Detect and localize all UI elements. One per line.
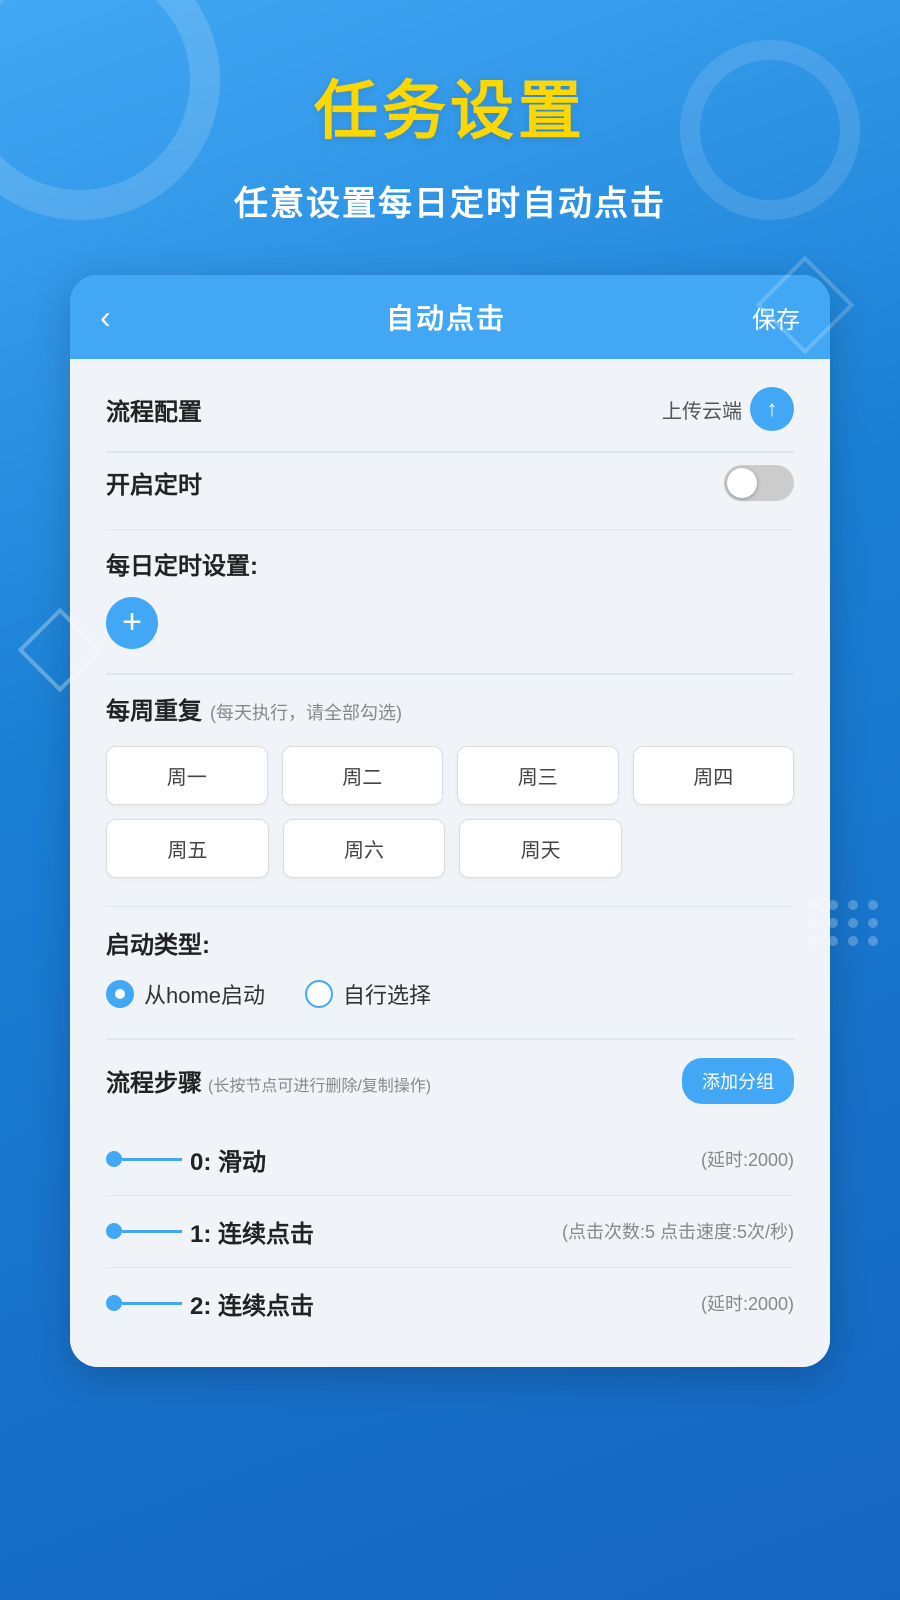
page-subtitle: 任意设置每日定时自动点击 (0, 176, 900, 225)
upload-arrow-icon: ↑ (767, 398, 778, 420)
steps-label-group: 流程步骤 (长按节点可进行删除/复制操作) (106, 1063, 431, 1098)
step-detail-0: (延时:2000) (701, 1146, 794, 1172)
flow-config-label: 流程配置 (106, 392, 202, 427)
day-saturday[interactable]: 周六 (283, 819, 446, 878)
schedule-label: 每日定时设置: (106, 546, 794, 581)
day-thursday[interactable]: 周四 (633, 746, 795, 805)
radio-row: 从home启动 自行选择 (106, 978, 794, 1010)
step-line-0 (122, 1158, 182, 1161)
step-line-1 (122, 1230, 182, 1233)
flow-config-row: 流程配置 上传云端 ↑ (106, 387, 794, 431)
upload-text: 上传云端 (662, 395, 742, 424)
divider-1 (106, 451, 794, 453)
radio-home-circle[interactable] (106, 980, 134, 1008)
card-body: 流程配置 上传云端 ↑ 开启定时 每日定时设置: + (70, 359, 830, 1367)
back-button[interactable]: ‹ (100, 299, 140, 336)
step-detail-2: (延时:2000) (701, 1290, 794, 1316)
schedule-section: 每日定时设置: + (106, 546, 794, 649)
header-area: 任务设置 任意设置每日定时自动点击 (0, 0, 900, 225)
save-button[interactable]: 保存 (752, 300, 800, 335)
step-dot-2 (106, 1295, 122, 1311)
launch-label: 启动类型: (106, 925, 794, 960)
step-name-2: 2: 连续点击 (190, 1286, 693, 1321)
divider-3 (106, 673, 794, 675)
timer-toggle-row: 开启定时 (106, 457, 794, 509)
step-item-1[interactable]: 1: 连续点击 (点击次数:5 点击速度:5次/秒) (106, 1196, 794, 1268)
radio-home-label: 从home启动 (144, 978, 265, 1010)
timer-label: 开启定时 (106, 465, 202, 500)
card-header: ‹ 自动点击 保存 (70, 275, 830, 359)
add-schedule-button[interactable]: + (106, 597, 158, 649)
weekly-label-row: 每周重复 (每天执行，请全部勾选) (106, 691, 794, 726)
step-dot-0 (106, 1151, 122, 1167)
weekly-section: 每周重复 (每天执行，请全部勾选) 周一 周二 周三 周四 周五 周六 周天 (106, 691, 794, 878)
plus-icon: + (122, 605, 142, 639)
day-wednesday[interactable]: 周三 (457, 746, 619, 805)
weekly-hint: (每天执行，请全部勾选) (210, 699, 402, 725)
launch-section: 启动类型: 从home启动 自行选择 (106, 925, 794, 1010)
day-tuesday[interactable]: 周二 (282, 746, 444, 805)
divider-2 (106, 529, 794, 531)
upload-icon-circle[interactable]: ↑ (750, 387, 794, 431)
steps-hint: (长按节点可进行删除/复制操作) (208, 1072, 431, 1096)
steps-header-row: 流程步骤 (长按节点可进行删除/复制操作) 添加分组 (106, 1058, 794, 1104)
day-friday[interactable]: 周五 (106, 819, 269, 878)
add-group-button[interactable]: 添加分组 (682, 1058, 794, 1104)
step-item-0[interactable]: 0: 滑动 (延时:2000) (106, 1124, 794, 1196)
weekly-label: 每周重复 (106, 691, 202, 726)
page-title: 任务设置 (0, 60, 900, 152)
radio-custom[interactable]: 自行选择 (305, 978, 431, 1010)
day-monday[interactable]: 周一 (106, 746, 268, 805)
divider-4 (106, 906, 794, 908)
timer-toggle[interactable] (724, 465, 794, 501)
upload-button[interactable]: 上传云端 ↑ (662, 387, 794, 431)
weekdays-row2: 周五 周六 周天 (106, 819, 622, 878)
steps-label: 流程步骤 (106, 1063, 202, 1098)
background: 任务设置 任意设置每日定时自动点击 ‹ 自动点击 保存 流程配置 上传云端 ↑ (0, 0, 900, 1600)
steps-section: 流程步骤 (长按节点可进行删除/复制操作) 添加分组 0: 滑动 (延时:200… (106, 1058, 794, 1339)
divider-5 (106, 1038, 794, 1040)
radio-custom-label: 自行选择 (343, 978, 431, 1010)
step-item-2[interactable]: 2: 连续点击 (延时:2000) (106, 1268, 794, 1339)
weekdays-row1: 周一 周二 周三 周四 (106, 746, 794, 805)
main-card: ‹ 自动点击 保存 流程配置 上传云端 ↑ 开启定时 (70, 275, 830, 1367)
day-sunday[interactable]: 周天 (459, 819, 622, 878)
step-name-0: 0: 滑动 (190, 1142, 693, 1177)
step-detail-1: (点击次数:5 点击速度:5次/秒) (562, 1218, 794, 1244)
radio-custom-circle[interactable] (305, 980, 333, 1008)
radio-home[interactable]: 从home启动 (106, 978, 265, 1010)
step-dot-1 (106, 1223, 122, 1239)
step-name-1: 1: 连续点击 (190, 1214, 554, 1249)
step-line-2 (122, 1302, 182, 1305)
card-title: 自动点击 (386, 297, 506, 337)
